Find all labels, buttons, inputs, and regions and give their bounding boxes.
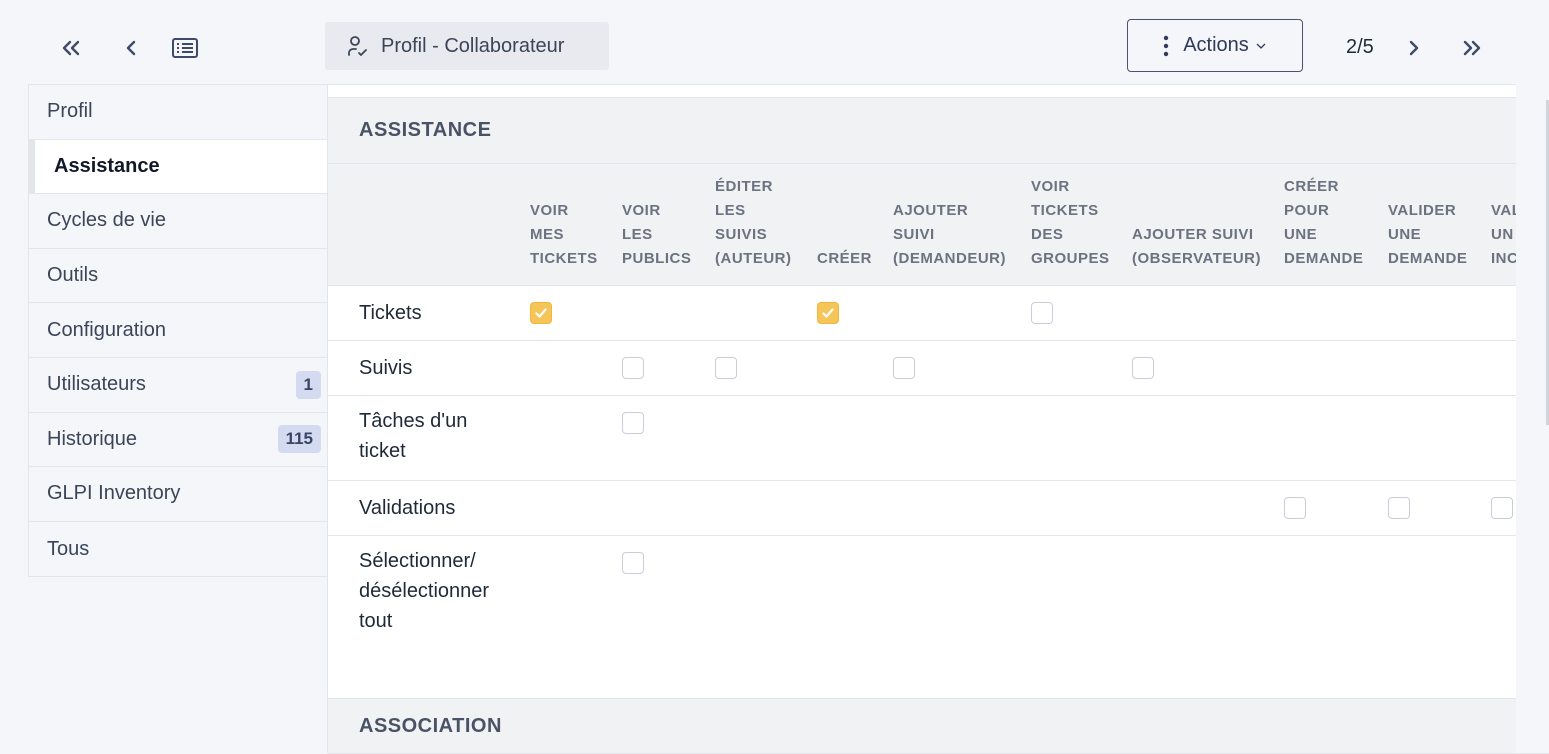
- section-header-assistance: ASSISTANCE: [328, 97, 1549, 164]
- sidebar-item-profil[interactable]: Profil: [29, 85, 328, 140]
- table-row: Validations: [328, 481, 1549, 536]
- count-badge: 115: [277, 425, 321, 454]
- double-chevron-left-icon: [62, 40, 80, 56]
- sidebar-item-label: Assistance: [54, 154, 160, 177]
- kebab-menu-icon: [1164, 35, 1169, 56]
- row-label: Tâches d'un ticket: [359, 410, 468, 462]
- sidebar-item-tous[interactable]: Tous: [29, 522, 328, 577]
- sidebar-item-label: Outils: [47, 264, 99, 287]
- permission-checkbox[interactable]: [1031, 302, 1053, 324]
- sidebar-item-glpi-inventory[interactable]: GLPI Inventory: [29, 467, 328, 522]
- list-view-button[interactable]: [167, 30, 203, 66]
- user-check-icon: [348, 36, 367, 56]
- sidebar-item-label: Profil: [47, 100, 93, 123]
- permission-checkbox[interactable]: [893, 357, 915, 379]
- row-label: Tickets: [359, 302, 422, 324]
- panel-edge: [1516, 84, 1549, 753]
- page-title-text: Profil - Collaborateur: [381, 34, 565, 57]
- permission-checkbox[interactable]: [622, 412, 644, 434]
- previous-item-button[interactable]: [113, 30, 149, 66]
- actions-label: Actions: [1183, 34, 1249, 56]
- column-header: VOIR MES TICKETS: [530, 202, 598, 267]
- sidebar-item-label: Utilisateurs: [47, 373, 146, 396]
- row-label: Sélectionner/ désélectionner tout: [359, 550, 490, 632]
- column-header: CRÉER POUR UNE DEMANDE: [1284, 178, 1364, 267]
- actions-button[interactable]: Actions: [1127, 19, 1303, 72]
- sidebar-item-historique[interactable]: Historique 115: [29, 413, 328, 468]
- column-header: AJOUTER SUIVI (DEMANDEUR): [893, 202, 1006, 267]
- sidebar-item-label: Configuration: [47, 318, 166, 341]
- page-title: Profil - Collaborateur: [325, 22, 609, 70]
- column-header: VOIR TICKETS DES GROUPES: [1031, 178, 1110, 267]
- list-icon: [172, 38, 198, 58]
- first-item-button[interactable]: [53, 30, 89, 66]
- permission-checkbox[interactable]: [1388, 497, 1410, 519]
- chevron-left-icon: [126, 40, 136, 56]
- checkmark-icon: [822, 308, 834, 318]
- section-header-association: ASSOCIATION: [328, 698, 1549, 754]
- permission-checkbox[interactable]: [715, 357, 737, 379]
- chevron-down-icon: [1256, 43, 1266, 49]
- count-badge: 1: [295, 370, 321, 399]
- permission-checkbox[interactable]: [1491, 497, 1513, 519]
- checkmark-icon: [535, 308, 547, 318]
- sidebar: Profil Assistance Cycles de vie Outils C…: [28, 84, 330, 578]
- sidebar-item-label: Cycles de vie: [47, 209, 166, 232]
- permission-checkbox[interactable]: [622, 357, 644, 379]
- pager-count: 2/5: [1346, 36, 1374, 58]
- permission-checkbox[interactable]: [1284, 497, 1306, 519]
- permission-checkbox[interactable]: [530, 302, 552, 324]
- column-header: AJOUTER SUIVI (OBSERVATEUR): [1132, 226, 1262, 267]
- row-label: Suivis: [359, 357, 413, 379]
- sidebar-item-label: Historique: [47, 427, 138, 450]
- table-row: Tickets: [328, 286, 1549, 341]
- column-header: ÉDITER LES SUIVIS (AUTEUR): [715, 178, 792, 267]
- next-item-button[interactable]: [1396, 30, 1432, 66]
- table-row: Tâches d'un ticket: [328, 396, 1549, 481]
- sidebar-item-label: Tous: [47, 537, 90, 560]
- table-header: VOIR MES TICKETS VOIR LES PUBLICS ÉDITER L…: [328, 164, 1549, 286]
- column-header: VALIDER UNE DEMANDE: [1388, 202, 1468, 267]
- last-item-button[interactable]: [1454, 30, 1490, 66]
- sidebar-item-cycles-de-vie[interactable]: Cycles de vie: [29, 194, 328, 249]
- sidebar-item-utilisateurs[interactable]: Utilisateurs 1: [29, 358, 328, 413]
- permission-checkbox[interactable]: [622, 552, 644, 574]
- double-chevron-right-icon: [1463, 40, 1481, 56]
- permission-checkbox[interactable]: [1132, 357, 1154, 379]
- column-header: CRÉER: [817, 250, 873, 267]
- main-panel: ASSISTANCE VOIR MES TICKETS VOIR LES PUBL…: [327, 84, 1549, 754]
- table-row: Sélectionner/ désélectionner tout: [328, 536, 1549, 646]
- permission-checkbox[interactable]: [817, 302, 839, 324]
- sidebar-item-outils[interactable]: Outils: [29, 249, 328, 304]
- table-row: Suivis: [328, 341, 1549, 396]
- column-header: VOIR LES PUBLICS: [622, 202, 692, 267]
- chevron-right-icon: [1409, 40, 1419, 56]
- sidebar-item-assistance[interactable]: Assistance: [29, 139, 330, 195]
- sidebar-item-label: GLPI Inventory: [47, 482, 181, 505]
- sidebar-item-configuration[interactable]: Configuration: [29, 303, 328, 358]
- row-label: Validations: [359, 497, 456, 519]
